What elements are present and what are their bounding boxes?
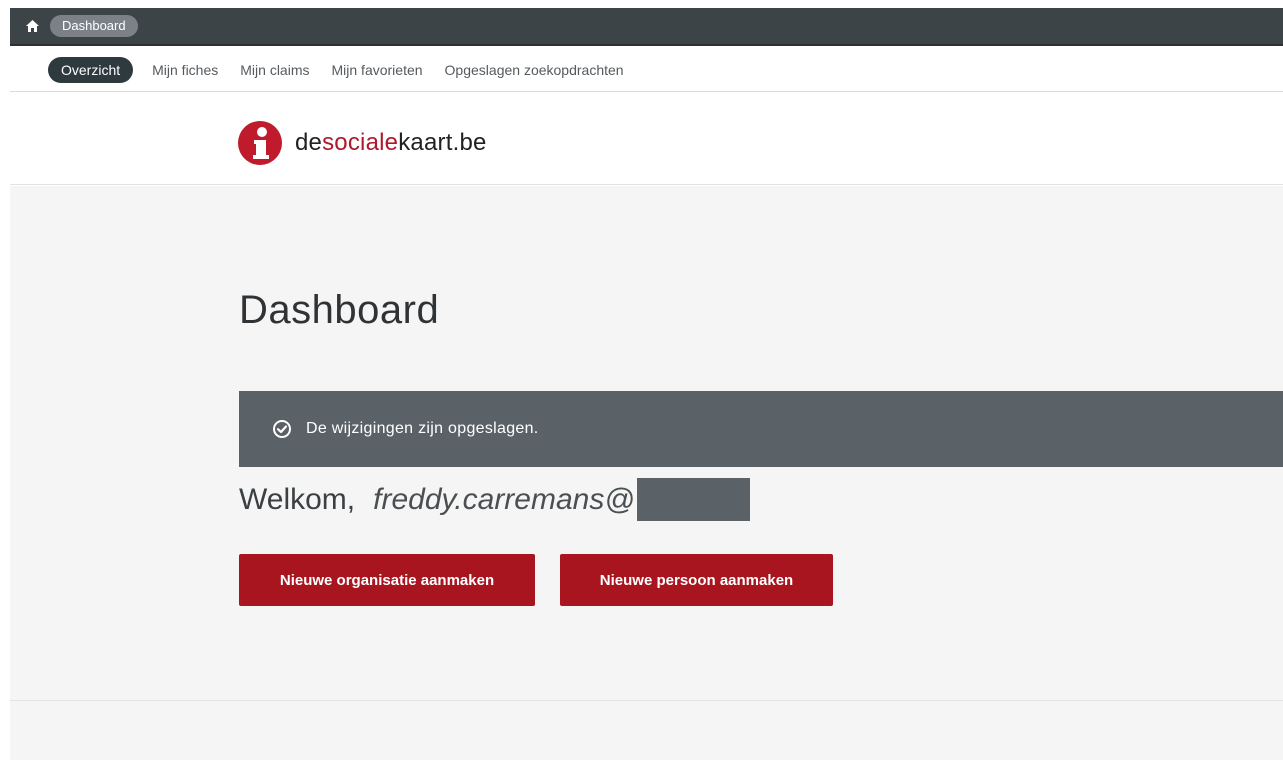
site-logo[interactable]: desocialekaart.be (238, 121, 487, 165)
nav-mijn-claims[interactable]: Mijn claims (239, 57, 310, 83)
logo-text-sociale: sociale (322, 129, 399, 156)
logo-band: desocialekaart.be (10, 93, 1283, 185)
nav-mijn-favorieten[interactable]: Mijn favorieten (331, 57, 424, 83)
new-person-button[interactable]: Nieuwe persoon aanmaken (560, 554, 833, 606)
nav-opgeslagen-zoekopdrachten[interactable]: Opgeslagen zoekopdrachten (444, 57, 625, 83)
success-alert: De wijzigingen zijn opgeslagen. (239, 391, 1283, 467)
new-organisation-button[interactable]: Nieuwe organisatie aanmaken (239, 554, 535, 606)
breadcrumb-dashboard[interactable]: Dashboard (50, 15, 138, 37)
redacted-block (636, 478, 750, 521)
welcome-message: Welkom, freddy.carremans@ (239, 478, 750, 521)
logo-text-kaart: kaart.be (398, 129, 487, 156)
alert-message: De wijzigingen zijn opgeslagen. (306, 420, 539, 437)
logo-text-de: de (295, 129, 323, 156)
app-window: Dashboard Overzicht Mijn fiches Mijn cla… (10, 8, 1283, 760)
nav-mijn-fiches[interactable]: Mijn fiches (151, 57, 219, 83)
welcome-email: freddy.carremans@ (373, 482, 635, 516)
section-divider (10, 700, 1283, 701)
check-circle-icon (272, 419, 292, 439)
nav-overzicht[interactable]: Overzicht (48, 56, 134, 83)
logo-wordmark: desocialekaart.be (295, 129, 487, 157)
sub-navigation: Overzicht Mijn fiches Mijn claims Mijn f… (10, 48, 1283, 92)
info-icon (238, 121, 282, 165)
top-bar: Dashboard (10, 8, 1283, 46)
welcome-label: Welkom, (239, 482, 356, 516)
page-title: Dashboard (239, 288, 440, 332)
main-content: Dashboard De wijzigingen zijn opgeslagen… (10, 186, 1283, 760)
home-icon[interactable] (24, 18, 40, 34)
